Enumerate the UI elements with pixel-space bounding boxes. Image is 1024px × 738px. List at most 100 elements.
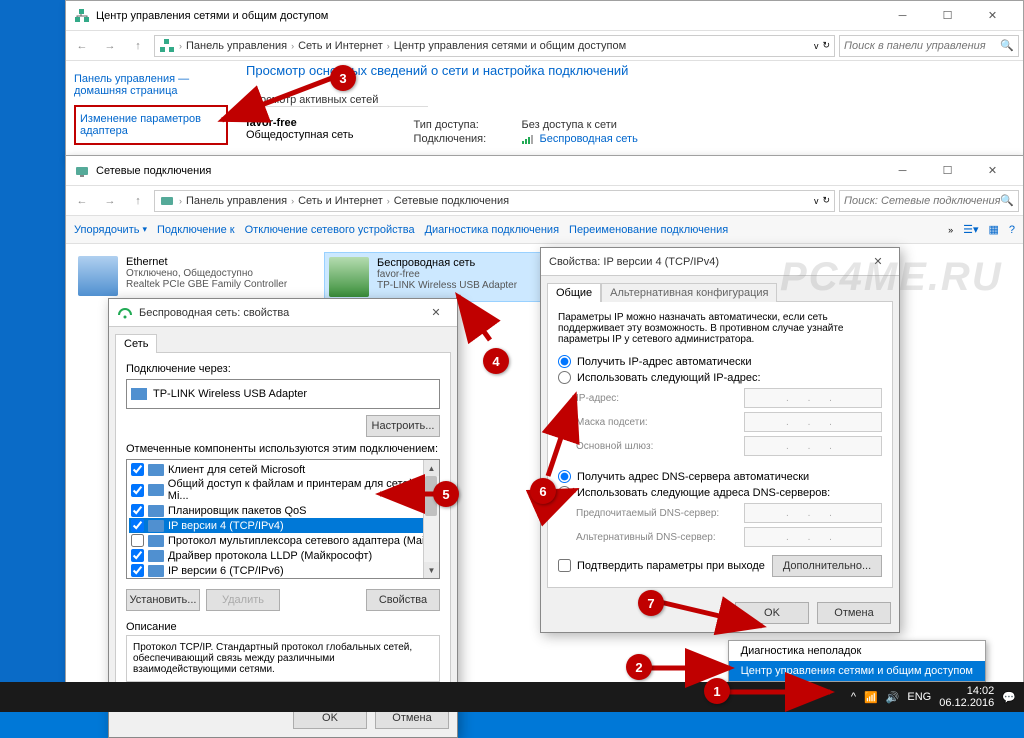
nav-back-button[interactable]: ← [70,189,94,213]
tray-notifications-icon[interactable]: 💬 [1002,691,1016,704]
tb-disable[interactable]: Отключение сетевого устройства [245,224,415,236]
wifi-icon [522,134,536,144]
tab-network[interactable]: Сеть [115,334,157,353]
tb-organize[interactable]: Упорядочить ▾ [74,224,147,236]
breadcrumb-refresh[interactable]: ↻ [822,195,830,206]
network-icon [159,38,175,54]
details-pane-button[interactable]: ▦ [988,223,998,236]
component-item[interactable]: Клиент для сетей Microsoft [129,462,437,477]
component-item[interactable]: IP версии 6 (TCP/IPv6) [129,563,437,578]
dns2-input: . . . [744,527,882,547]
tray-volume-icon[interactable]: 🔊 [886,691,900,704]
maximize-button[interactable]: ☐ [925,157,970,185]
close-button[interactable]: ✕ [970,157,1015,185]
tab-alt-config[interactable]: Альтернативная конфигурация [601,283,777,302]
install-button[interactable]: Установить... [126,589,200,611]
nav-fwd-button[interactable]: → [98,34,122,58]
dns1-input: . . . [744,503,882,523]
menu-item-open-center[interactable]: Центр управления сетями и общим доступом [729,661,985,681]
taskbar: ^ 📶 🔊 ENG 14:02 06.12.2016 💬 [0,682,1024,712]
breadcrumb-dropdown[interactable]: v [814,41,819,51]
chevron-right-icon[interactable]: » [948,225,953,235]
wireless-icon [117,305,133,321]
ipv4-properties-dialog: Свойства: IP версии 4 (TCP/IPv4) ✕ Общие… [540,247,900,633]
tb-rename[interactable]: Переименование подключения [569,224,728,236]
breadcrumb-item[interactable]: Сетевые подключения [394,195,509,207]
search-input[interactable] [844,195,1000,207]
tray-chevron-icon[interactable]: ^ [851,691,856,703]
sidebar-change-adapter-link[interactable]: Изменение параметров адаптера [74,105,228,145]
tb-connect-to[interactable]: Подключение к [157,224,235,236]
scrollbar[interactable]: ▲ ▼ [423,460,439,578]
breadcrumb-item[interactable]: Сеть и Интернет [298,195,383,207]
ok-button[interactable]: OK [735,602,809,624]
breadcrumb[interactable]: › Панель управления › Сеть и Интернет › … [154,190,835,212]
adapter-name: Беспроводная сеть [377,257,517,269]
search-input[interactable] [844,40,1000,52]
access-type-label: Тип доступа: [414,119,514,131]
tray-network-icon[interactable]: 📶 [864,691,878,704]
components-list[interactable]: Клиент для сетей MicrosoftОбщий доступ к… [126,459,440,579]
tb-diagnose[interactable]: Диагностика подключения [425,224,559,236]
breadcrumb-item[interactable]: Панель управления [186,195,287,207]
nav-up-button[interactable]: ↑ [126,34,150,58]
properties-button[interactable]: Свойства [366,589,440,611]
annotation-4: 4 [483,348,509,374]
ethernet-icon [78,256,118,296]
adapter-status: Отключено, Общедоступно [126,268,287,279]
connection-link[interactable]: Беспроводная сеть [540,133,638,145]
component-item[interactable]: Общий доступ к файлам и принтерам для се… [129,477,437,503]
connect-using-value: TP-LINK Wireless USB Adapter [153,388,307,400]
adapter-icon [131,388,147,400]
nav-up-button[interactable]: ↑ [126,189,150,213]
breadcrumb-item[interactable]: Панель управления [186,40,287,52]
component-item[interactable]: Планировщик пакетов QoS [129,503,437,518]
mask-label: Маска подсети: [576,417,736,428]
adapter-wireless[interactable]: Беспроводная сеть favor-free TP-LINK Wir… [324,252,554,302]
search-box[interactable]: 🔍 [839,35,1019,57]
network-name: favor-free [246,117,354,129]
connections-label: Подключения: [414,133,514,145]
close-button[interactable]: ✕ [423,302,449,324]
nav-back-button[interactable]: ← [70,34,94,58]
close-button[interactable]: ✕ [970,2,1015,30]
scroll-up-button[interactable]: ▲ [424,460,439,476]
component-item[interactable]: IP версии 4 (TCP/IPv4) [129,518,437,533]
advanced-button[interactable]: Дополнительно... [772,555,882,577]
nav-fwd-button[interactable]: → [98,189,122,213]
help-button[interactable]: ? [1009,224,1015,236]
uninstall-button: Удалить [206,589,280,611]
gateway-label: Основной шлюз: [576,441,736,452]
view-icons-button[interactable]: ☰▾ [963,223,978,236]
radio-dns-manual[interactable]: Использовать следующие адреса DNS-сервер… [558,486,882,499]
component-item[interactable]: Протокол мультиплексора сетевого адаптер… [129,533,437,548]
dialog-title: Беспроводная сеть: свойства [139,307,423,319]
adapter-ethernet[interactable]: Ethernet Отключено, Общедоступно Realtek… [74,252,304,302]
scroll-down-button[interactable]: ▼ [424,562,439,578]
breadcrumb-item[interactable]: Сеть и Интернет [298,40,383,52]
tab-general[interactable]: Общие [547,283,601,302]
maximize-button[interactable]: ☐ [925,2,970,30]
close-button[interactable]: ✕ [865,251,891,273]
radio-ip-auto[interactable]: Получить IP-адрес автоматически [558,355,882,368]
search-box[interactable]: 🔍 [839,190,1019,212]
breadcrumb-refresh[interactable]: ↻ [822,40,830,51]
component-item[interactable]: Драйвер протокола LLDP (Майкрософт) [129,548,437,563]
page-title: Просмотр основных сведений о сети и наст… [246,63,1017,78]
breadcrumb-item[interactable]: Центр управления сетями и общим доступом [394,40,626,52]
minimize-button[interactable]: ─ [880,2,925,30]
ip-input: . . . [744,388,882,408]
search-icon: 🔍 [1000,39,1014,52]
tray-clock[interactable]: 14:02 06.12.2016 [939,685,994,709]
dialog-titlebar: Беспроводная сеть: свойства ✕ [109,299,457,327]
radio-dns-auto[interactable]: Получить адрес DNS-сервера автоматически [558,470,882,483]
menu-item-diagnose[interactable]: Диагностика неполадок [729,641,985,661]
breadcrumb[interactable]: › Панель управления › Сеть и Интернет › … [154,35,835,57]
cancel-button[interactable]: Отмена [817,602,891,624]
radio-ip-manual[interactable]: Использовать следующий IP-адрес: [558,371,882,384]
configure-button[interactable]: Настроить... [366,415,440,437]
breadcrumb-dropdown[interactable]: v [814,196,819,206]
minimize-button[interactable]: ─ [880,157,925,185]
sidebar-home-link[interactable]: Панель управления — домашняя страница [74,73,228,97]
tray-language[interactable]: ENG [907,691,931,703]
